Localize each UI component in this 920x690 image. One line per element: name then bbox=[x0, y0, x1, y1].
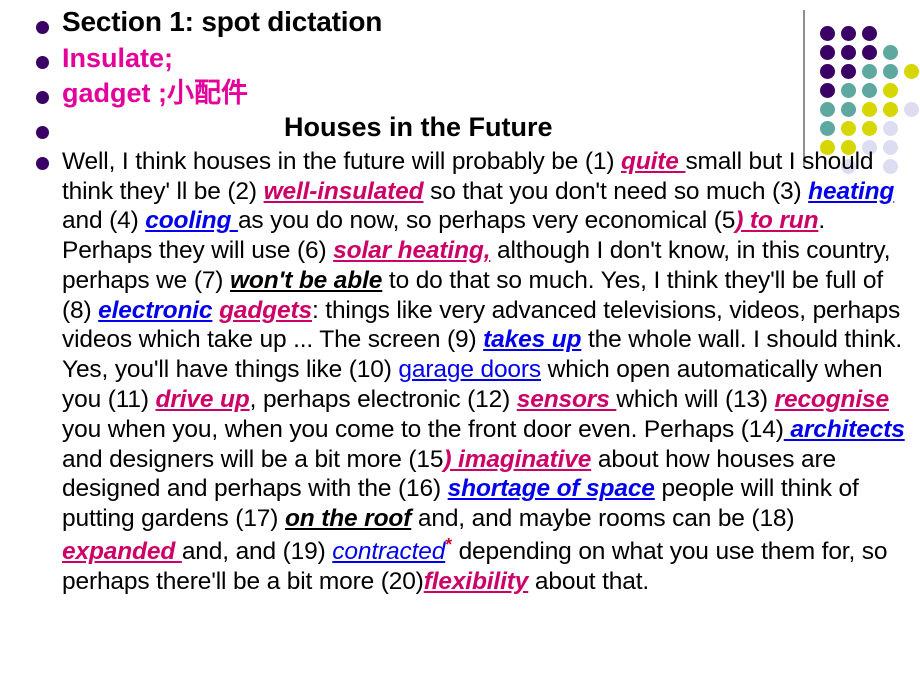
passage-heading-text: Houses in the Future bbox=[284, 112, 553, 143]
passage-segment: as you do now, so perhaps very economica… bbox=[237, 207, 736, 235]
passage-segment: , perhaps electronic (12) bbox=[249, 386, 517, 414]
slide-content: Section 1: spot dictation Insulate; gadg… bbox=[0, 0, 920, 597]
bullet-item-vocab-insulate: Insulate; bbox=[0, 41, 920, 76]
answer-blank-filled: recognise bbox=[774, 386, 890, 414]
answer-blank-filled: well-insulated bbox=[263, 177, 424, 205]
answer-blank-filled: quite bbox=[621, 147, 686, 175]
vocab-word-gadget: gadget ;小配件 bbox=[62, 78, 248, 109]
answer-blank-filled: sensors bbox=[516, 386, 617, 414]
answer-blank-filled: expanded bbox=[62, 538, 182, 565]
passage-segment: and (4) bbox=[62, 207, 146, 235]
passage-segment: which will (13) bbox=[616, 386, 775, 414]
footnote-asterisk: * bbox=[445, 533, 452, 554]
answer-blank-filled: drive up bbox=[155, 386, 250, 414]
bullet-point-icon bbox=[36, 91, 49, 105]
bullet-point-icon bbox=[36, 126, 49, 140]
answer-blank-filled: heating bbox=[808, 177, 895, 205]
section-title-text: Section 1: spot dictation bbox=[62, 6, 383, 37]
answer-blank-filled: on the roof bbox=[284, 505, 412, 533]
answer-word: electronic bbox=[98, 296, 213, 324]
bullet-item-passage: Well, I think houses in the future will … bbox=[0, 147, 920, 597]
answer-blank-filled: solar heating, bbox=[333, 237, 491, 265]
answer-word: gadgets bbox=[219, 296, 312, 324]
passage-segment: so that you don't need so much (3) bbox=[423, 177, 809, 205]
bullet-item-vocab-gadget: gadget ;小配件 bbox=[0, 76, 920, 111]
bullet-item-section-title: Section 1: spot dictation bbox=[0, 4, 920, 41]
answer-blank-filled: shortage of space bbox=[447, 475, 655, 503]
bullet-point-icon bbox=[36, 156, 49, 170]
passage-segment: and, and maybe rooms can be (18) bbox=[411, 505, 795, 533]
answer-blank-filled: electronic gadgets bbox=[98, 297, 312, 324]
answer-blank-filled: flexibility bbox=[423, 567, 529, 595]
answer-blank-filled: ) to run bbox=[735, 207, 819, 235]
answer-blank-filled: contracted bbox=[332, 538, 446, 565]
passage-text: Well, I think houses in the future will … bbox=[62, 147, 920, 597]
passage-segment: you when you, when you come to the front… bbox=[62, 415, 784, 443]
answer-blank-filled: architects bbox=[783, 415, 905, 443]
passage-segment: about that. bbox=[528, 567, 650, 595]
passage-segment: and designers will be a bit more (15 bbox=[62, 445, 444, 473]
passage-segment: Well, I think houses in the future will … bbox=[62, 147, 622, 175]
vocab-word-insulate: Insulate; bbox=[62, 42, 174, 73]
answer-blank-filled: takes up bbox=[483, 326, 582, 354]
passage-segment: and, and (19) bbox=[181, 538, 333, 565]
bullet-point-icon bbox=[36, 55, 49, 69]
bullet-point-icon bbox=[36, 21, 49, 34]
answer-blank-filled: ) imaginative bbox=[443, 445, 592, 473]
bullet-item-passage-heading: Houses in the Future bbox=[0, 111, 920, 145]
answer-blank-filled: won't be able bbox=[229, 266, 383, 294]
answer-blank-filled: garage doors bbox=[398, 356, 542, 384]
answer-blank-filled: cooling bbox=[145, 207, 238, 235]
